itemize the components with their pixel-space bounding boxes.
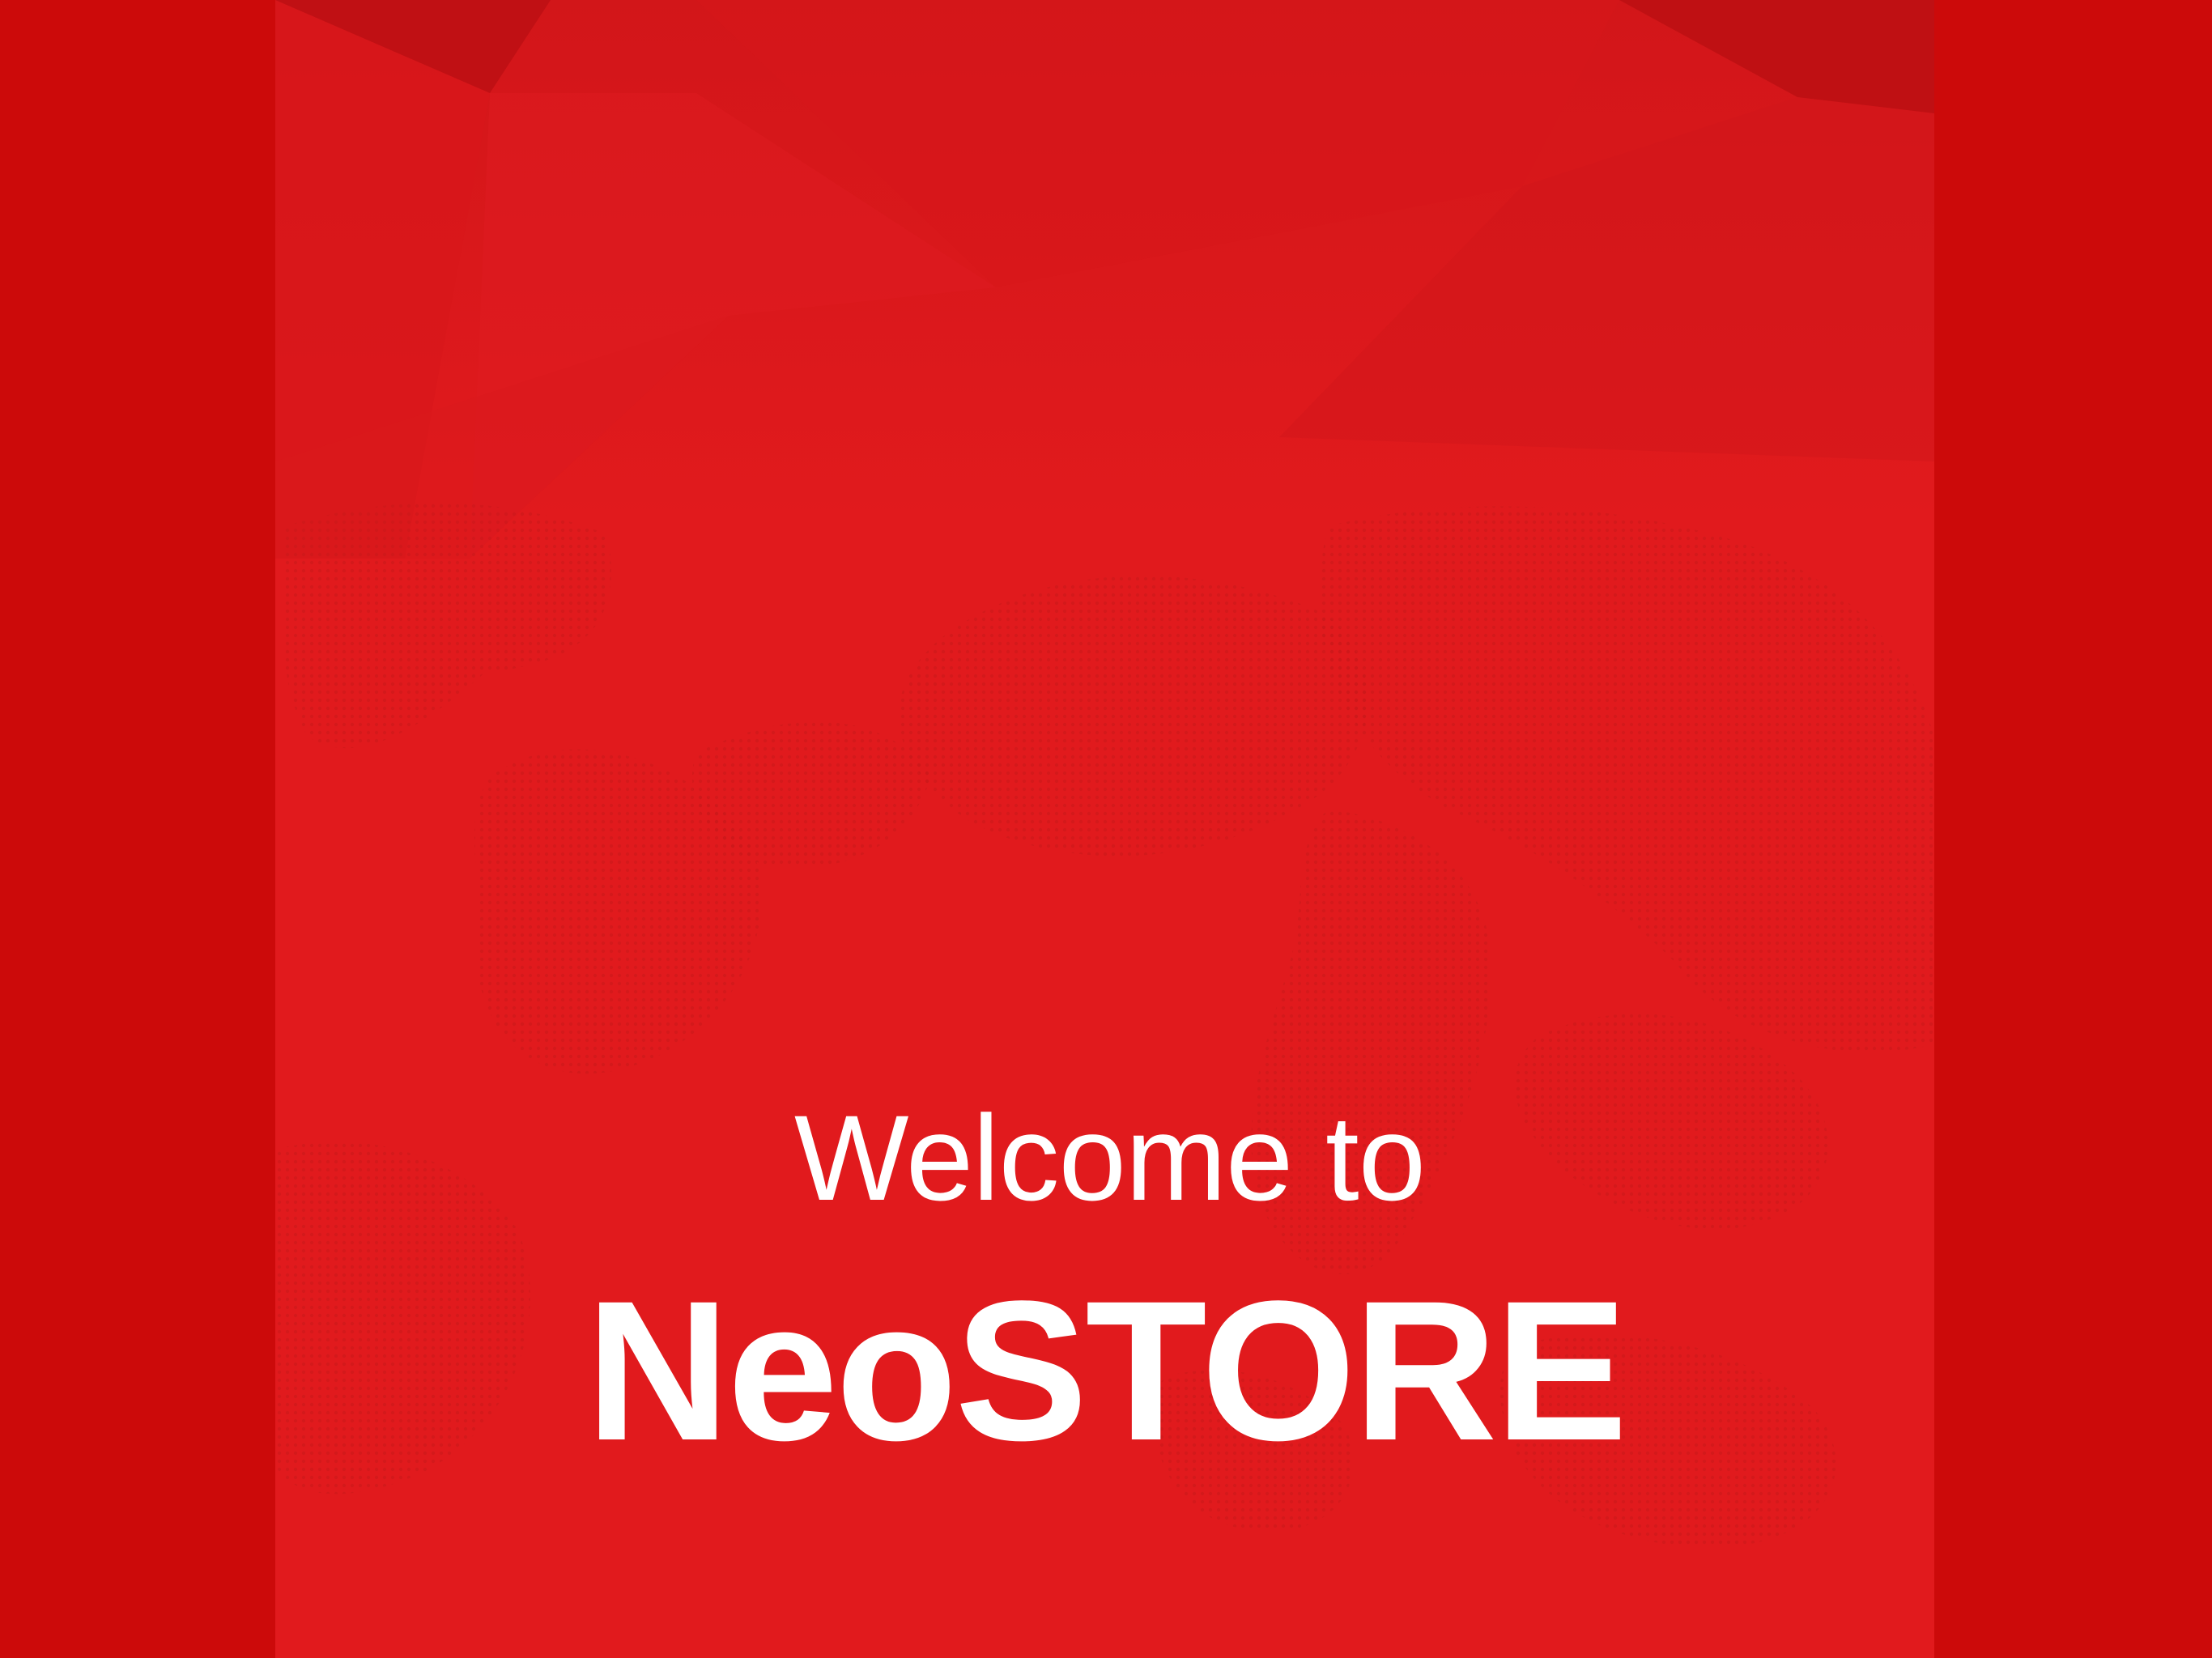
brand-name: NeoSTORE [585, 1259, 1628, 1482]
left-side-panel [0, 0, 275, 1658]
splash-screen: Welcome to NeoSTORE [0, 0, 2212, 1658]
welcome-message: Welcome to NeoSTORE [275, 1090, 1934, 1482]
right-side-panel [1934, 0, 2212, 1658]
center-splash-panel: Welcome to NeoSTORE [275, 0, 1934, 1658]
welcome-text: Welcome to [793, 1090, 1426, 1226]
